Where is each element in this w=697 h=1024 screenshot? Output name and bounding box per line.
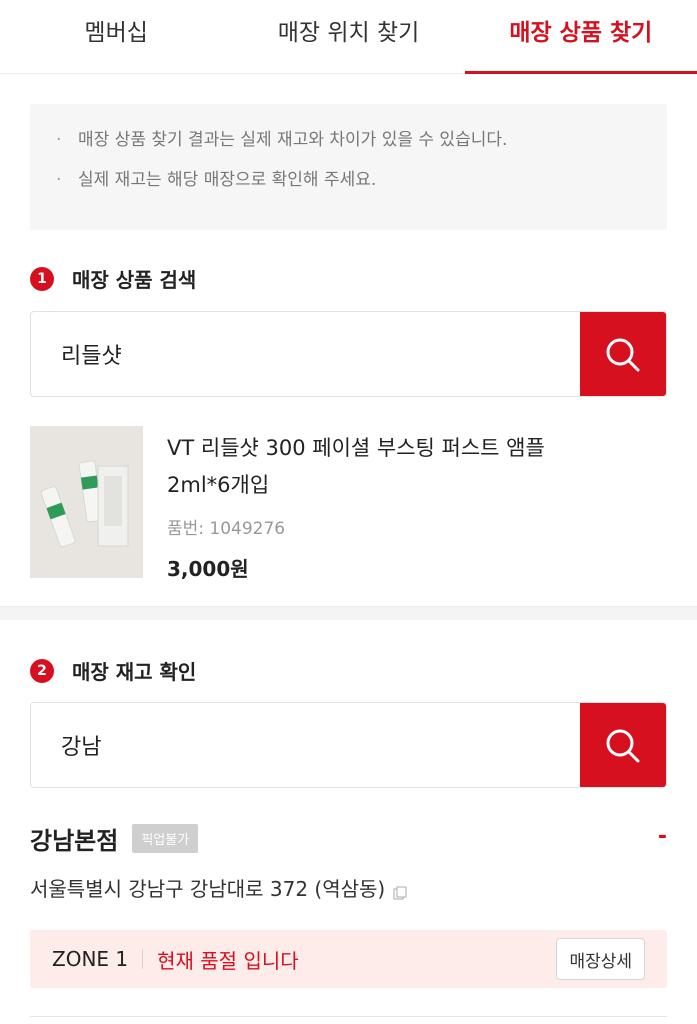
store-name: 강남본점	[30, 827, 119, 855]
collapse-toggle[interactable]: -	[658, 824, 667, 849]
search-icon	[606, 338, 640, 372]
search-icon	[606, 729, 640, 763]
product-info: VT 리들샷 300 페이셜 부스팅 퍼스트 앰플 2ml*6개입 품번: 10…	[167, 426, 587, 581]
store-search-input[interactable]: 강남	[31, 703, 580, 787]
zone-separator	[142, 949, 144, 969]
store-search-button[interactable]	[580, 703, 666, 787]
product-name: VT 리들샷 300 페이셜 부스팅 퍼스트 앰플 2ml*6개입	[167, 436, 545, 497]
product-search-box: 리들샷	[30, 311, 667, 397]
store-address-text: 서울특별시 강남구 강남대로 372 (역삼동)	[30, 877, 386, 901]
store-detail-button[interactable]: 매장상세	[556, 938, 645, 980]
tab-bar: 멤버십 매장 위치 찾기 매장 상품 찾기	[0, 0, 697, 74]
tab-store-location[interactable]: 매장 위치 찾기	[232, 0, 464, 73]
product-result-item[interactable]: VT 리들샷 300 페이셜 부스팅 퍼스트 앰플 2ml*6개입 품번: 10…	[30, 426, 667, 581]
bullet-icon: ·	[56, 130, 62, 150]
zone-stock-row: ZONE 1 현재 품절 입니다 매장상세	[30, 930, 667, 988]
product-thumbnail	[30, 426, 143, 578]
notice-box: · 매장 상품 찾기 결과는 실제 재고와 차이가 있을 수 있습니다. · 실…	[30, 104, 667, 230]
stock-check-heading: 2 매장 재고 확인	[30, 656, 196, 685]
product-price: 3,000원	[167, 557, 249, 581]
step-number-badge: 2	[30, 658, 54, 683]
stock-status: 현재 품절 입니다	[157, 948, 299, 973]
section-title: 매장 상품 검색	[72, 268, 197, 292]
bottom-divider	[30, 1016, 667, 1017]
product-search-heading: 1 매장 상품 검색	[30, 264, 196, 293]
tab-store-products[interactable]: 매장 상품 찾기	[464, 0, 697, 74]
tab-membership[interactable]: 멤버십	[0, 0, 232, 73]
product-code: 품번: 1049276	[167, 519, 286, 539]
pickup-status-badge: 픽업불가	[132, 824, 199, 853]
section-divider	[0, 606, 697, 620]
store-address: 서울특별시 강남구 강남대로 372 (역삼동)	[30, 873, 407, 902]
section-title: 매장 재고 확인	[72, 660, 197, 684]
store-search-box: 강남	[30, 702, 667, 788]
store-header: 강남본점 픽업불가	[30, 821, 199, 856]
product-search-button[interactable]	[580, 312, 666, 396]
notice-text: 매장 상품 찾기 결과는 실제 재고와 차이가 있을 수 있습니다.	[78, 130, 508, 150]
product-search-input[interactable]: 리들샷	[31, 312, 580, 396]
notice-text: 실제 재고는 해당 매장으로 확인해 주세요.	[78, 170, 377, 190]
notice-item: · 매장 상품 찾기 결과는 실제 재고와 차이가 있을 수 있습니다.	[56, 130, 667, 170]
step-number-badge: 1	[30, 266, 54, 291]
zone-name: ZONE 1	[52, 947, 129, 971]
copy-icon[interactable]	[393, 881, 407, 899]
notice-item: · 실제 재고는 해당 매장으로 확인해 주세요.	[56, 170, 667, 210]
bullet-icon: ·	[56, 170, 62, 190]
